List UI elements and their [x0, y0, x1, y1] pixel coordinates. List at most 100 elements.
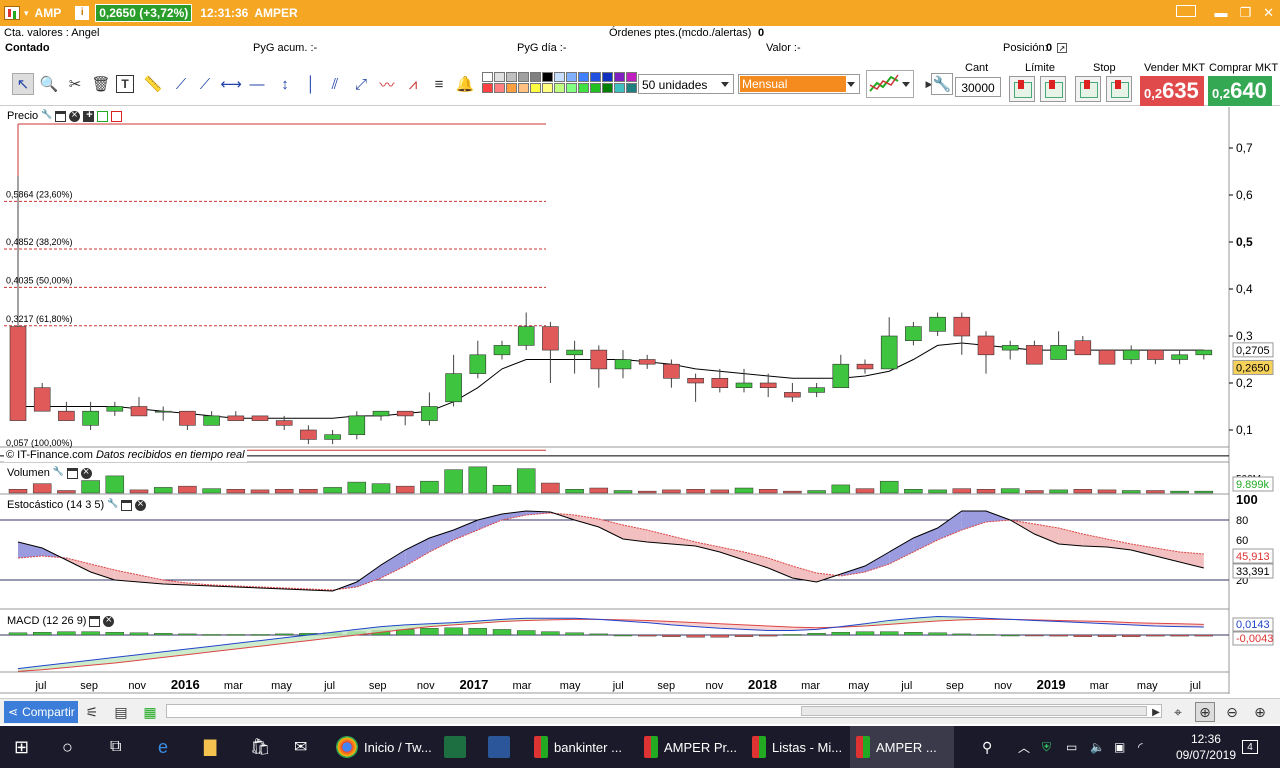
- crosshair-icon[interactable]: ⌖: [1168, 702, 1188, 722]
- add-indicator-icon[interactable]: [83, 109, 95, 122]
- window-icon[interactable]: [121, 499, 133, 511]
- color-swatch[interactable]: [566, 83, 577, 93]
- alert-bell-icon[interactable]: 🔔: [454, 73, 476, 95]
- ruler-tool-icon[interactable]: 📏: [142, 73, 164, 95]
- taskbar-item-bankinter[interactable]: bankinter ...: [528, 726, 628, 768]
- template-icon[interactable]: ▤: [111, 702, 131, 722]
- wave-tool-icon[interactable]: 〰: [376, 73, 398, 95]
- export-alt-icon[interactable]: [111, 110, 123, 122]
- text-tool-icon[interactable]: T: [116, 75, 134, 93]
- close-icon[interactable]: [80, 466, 92, 479]
- windows-start-icon[interactable]: ⊞: [8, 726, 35, 768]
- zigzag-tool-icon[interactable]: ⩘: [402, 73, 424, 95]
- zoom-tool-icon[interactable]: 🔍: [38, 73, 60, 95]
- window-icon[interactable]: [66, 467, 78, 479]
- taskbar-item-listas[interactable]: Listas - Mi...: [746, 726, 848, 768]
- scroll-right-icon[interactable]: ▶: [1146, 702, 1166, 722]
- export-icon[interactable]: [97, 110, 109, 122]
- color-swatch[interactable]: [554, 83, 565, 93]
- info-icon[interactable]: i: [75, 6, 90, 20]
- close-icon[interactable]: ✕: [1263, 5, 1274, 21]
- taskbar-item-amper[interactable]: AMPER ...: [850, 726, 954, 768]
- horizontal-segment-icon[interactable]: ⟷: [220, 73, 242, 95]
- battery-icon[interactable]: ▭: [1060, 726, 1083, 768]
- stop-buy-button[interactable]: [1075, 76, 1101, 102]
- color-swatch[interactable]: [614, 72, 625, 82]
- share-button[interactable]: ⋖ Compartir: [4, 701, 78, 723]
- horizontal-line-icon[interactable]: —: [246, 73, 268, 95]
- defender-icon[interactable]: ⛨: [1036, 726, 1057, 768]
- color-swatch[interactable]: [542, 83, 553, 93]
- wrench-icon[interactable]: [53, 466, 64, 479]
- price-chart[interactable]: 0,5864 (23,60%) 0,4852 (38,20%) 0,4035 (50…: [0, 107, 1280, 697]
- horizontal-scrollbar[interactable]: [166, 704, 1162, 718]
- color-swatch[interactable]: [602, 72, 613, 82]
- vertical-segment-icon[interactable]: ↕: [274, 73, 296, 95]
- window-icon[interactable]: [55, 110, 67, 122]
- people-icon[interactable]: ⚲: [976, 726, 998, 768]
- minimize-icon[interactable]: ▬: [1214, 5, 1227, 21]
- order-settings-icon[interactable]: 🔧: [931, 73, 953, 95]
- zoom-out-icon[interactable]: ⊖: [1222, 702, 1242, 722]
- layout-icon[interactable]: ▦: [140, 702, 160, 722]
- system-clock[interactable]: 12:36 09/07/2019: [1176, 731, 1236, 763]
- taskbar-item-chrome[interactable]: Inicio / Tw...: [330, 726, 438, 768]
- units-select[interactable]: 50 unidades: [638, 74, 734, 94]
- volume-icon[interactable]: 🔈: [1084, 726, 1111, 768]
- color-palette[interactable]: [482, 72, 637, 93]
- eraser-tool-icon[interactable]: ✂: [64, 73, 86, 95]
- notifications-icon[interactable]: 4: [1236, 726, 1264, 768]
- color-swatch[interactable]: [590, 83, 601, 93]
- line-tool-icon[interactable]: ⟋: [170, 73, 192, 95]
- keyboard-icon[interactable]: [1176, 5, 1197, 17]
- position-detail-icon[interactable]: ↗: [1057, 43, 1067, 53]
- limit-buy-button[interactable]: [1009, 76, 1035, 102]
- color-swatch[interactable]: [518, 83, 529, 93]
- color-swatch[interactable]: [602, 83, 613, 93]
- buy-market-button[interactable]: 0,2 640: [1208, 76, 1272, 106]
- color-swatch[interactable]: [626, 83, 637, 93]
- color-swatch[interactable]: [494, 83, 505, 93]
- period-select[interactable]: Mensual: [738, 74, 860, 94]
- color-swatch[interactable]: [566, 72, 577, 82]
- auto-zoom-icon[interactable]: ⊕: [1195, 702, 1215, 722]
- taskbar-item-amper-pr[interactable]: AMPER Pr...: [638, 726, 743, 768]
- stop-sell-button[interactable]: [1106, 76, 1132, 102]
- color-swatch[interactable]: [494, 72, 505, 82]
- color-swatch[interactable]: [626, 72, 637, 82]
- network-icon[interactable]: ▣: [1108, 726, 1131, 768]
- task-view-icon[interactable]: ⧉: [104, 726, 127, 768]
- color-swatch[interactable]: [614, 83, 625, 93]
- arrow-tool-icon[interactable]: ⤢: [350, 73, 372, 95]
- close-icon[interactable]: [135, 498, 147, 511]
- wrench-icon[interactable]: [107, 498, 118, 511]
- color-swatch[interactable]: [542, 72, 553, 82]
- color-swatch[interactable]: [530, 72, 541, 82]
- word-icon[interactable]: [482, 726, 516, 768]
- color-swatch[interactable]: [554, 72, 565, 82]
- pointer-tool-icon[interactable]: ↖: [12, 73, 34, 95]
- search-icon[interactable]: ○: [56, 726, 79, 768]
- scrollbar-thumb[interactable]: [801, 706, 1147, 716]
- edge-icon[interactable]: e: [152, 726, 174, 768]
- file-explorer-icon[interactable]: ▇: [198, 726, 222, 768]
- tray-chevron-icon[interactable]: ︿: [1012, 726, 1036, 768]
- sell-market-button[interactable]: 0,2 635: [1140, 76, 1204, 106]
- color-swatch[interactable]: [506, 72, 517, 82]
- zoom-in-icon[interactable]: ⊕: [1250, 702, 1270, 722]
- color-swatch[interactable]: [590, 72, 601, 82]
- vertical-line-icon[interactable]: │: [300, 73, 322, 95]
- color-swatch[interactable]: [482, 83, 493, 93]
- color-swatch[interactable]: [530, 83, 541, 93]
- ray-tool-icon[interactable]: ⟋: [194, 73, 216, 95]
- trash-icon[interactable]: 🗑: [90, 73, 112, 95]
- wifi-icon[interactable]: ◜: [1132, 726, 1149, 768]
- color-swatch[interactable]: [578, 83, 589, 93]
- excel-icon[interactable]: [438, 726, 472, 768]
- window-icon[interactable]: [89, 615, 101, 627]
- color-swatch[interactable]: [518, 72, 529, 82]
- fibonacci-tool-icon[interactable]: ≡: [428, 73, 450, 95]
- color-swatch[interactable]: [578, 72, 589, 82]
- color-swatch[interactable]: [482, 72, 493, 82]
- parallel-channel-icon[interactable]: ⫽: [324, 73, 346, 95]
